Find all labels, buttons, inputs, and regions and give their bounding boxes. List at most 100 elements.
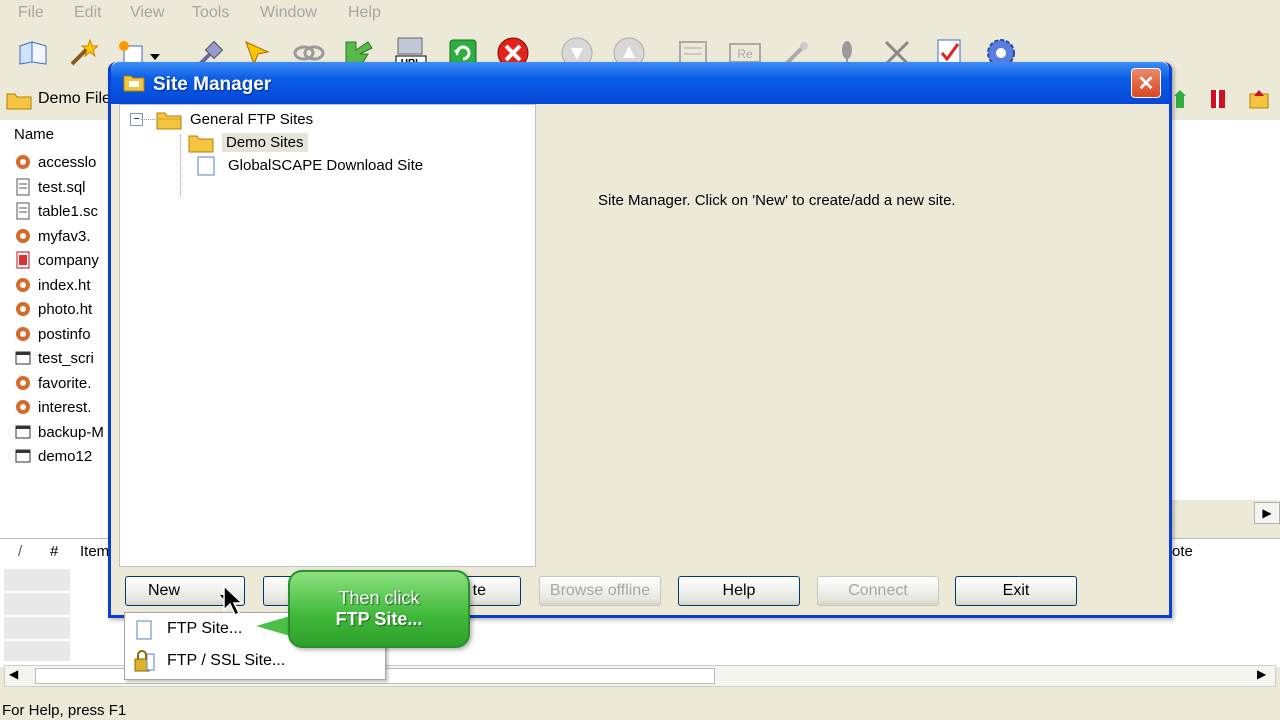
- file-item[interactable]: favorite.: [14, 371, 91, 395]
- file-name: company: [38, 251, 99, 269]
- browse-offline-button[interactable]: Browse offline: [539, 576, 661, 606]
- tutorial-callout: Then click FTP Site...: [288, 570, 470, 648]
- menu-item-ftp-ssl-site[interactable]: FTP / SSL Site...: [125, 646, 383, 676]
- site-tree: − General FTP Sites Demo Sites GlobalSCA…: [119, 104, 536, 567]
- scroll-right-button[interactable]: ▶: [1254, 502, 1280, 524]
- file-name: backup-M: [38, 423, 104, 441]
- mouse-cursor-icon: [222, 584, 248, 618]
- file-item[interactable]: postinfo: [14, 322, 91, 346]
- scroll-left-icon[interactable]: ◀: [9, 667, 18, 681]
- queue-col-slash[interactable]: /: [18, 543, 22, 560]
- connect-wizard-icon[interactable]: [16, 36, 50, 70]
- dialog-title: Site Manager: [153, 74, 272, 95]
- file-item[interactable]: photo.ht: [14, 297, 92, 321]
- dialog-titlebar[interactable]: Site Manager ✕: [111, 62, 1169, 104]
- status-text: For Help, press F1: [2, 702, 127, 719]
- file-icon: [14, 398, 32, 416]
- file-icon: [14, 227, 32, 245]
- file-name: postinfo: [38, 325, 91, 343]
- tree-node-label: Demo Sites: [222, 133, 308, 152]
- file-icon: [14, 178, 32, 196]
- folder-open-icon: [156, 110, 182, 130]
- callout-line-1: Then click: [338, 588, 420, 608]
- queue-col-number[interactable]: #: [50, 543, 58, 560]
- file-name: photo.ht: [38, 300, 93, 318]
- file-name: interest.: [38, 398, 92, 416]
- ftp-site-icon: [135, 620, 153, 645]
- connect-button[interactable]: Connect: [817, 576, 939, 606]
- file-icon: [14, 276, 32, 294]
- scroll-right-icon[interactable]: ▶: [1257, 667, 1266, 681]
- file-icon: [14, 251, 32, 269]
- file-name: demo12: [38, 447, 93, 465]
- folder-icon: [188, 133, 214, 153]
- lock-icon: [133, 650, 155, 677]
- file-name: myfav3.: [38, 227, 91, 245]
- tree-line: [180, 135, 181, 195]
- tree-line: [141, 119, 155, 120]
- tree-node-general-ftp-sites[interactable]: General FTP Sites: [156, 108, 313, 131]
- file-item[interactable]: index.ht: [14, 273, 91, 297]
- file-item[interactable]: interest.: [14, 395, 91, 419]
- file-name: favorite.: [38, 374, 92, 392]
- menu-tools[interactable]: Tools: [192, 4, 229, 22]
- close-icon: ✕: [1137, 72, 1155, 95]
- address-folder-name[interactable]: Demo File: [38, 90, 111, 108]
- menu-help[interactable]: Help: [348, 4, 381, 22]
- file-icon: [14, 423, 32, 441]
- file-item[interactable]: accesslo: [14, 150, 96, 174]
- file-item[interactable]: test_scri: [14, 346, 94, 370]
- status-bar: For Help, press F1: [0, 700, 1280, 720]
- folder-icon: [6, 90, 32, 114]
- help-button[interactable]: Help: [678, 576, 800, 606]
- file-item[interactable]: table1.sc: [14, 199, 98, 223]
- menu-edit[interactable]: Edit: [74, 4, 102, 22]
- menu-view[interactable]: View: [130, 4, 164, 22]
- tree-node-demo-sites[interactable]: Demo Sites: [188, 131, 308, 154]
- file-name: table1.sc: [38, 202, 99, 220]
- file-name: test_scri: [38, 349, 94, 367]
- tree-node-globalscape-download-site[interactable]: GlobalSCAPE Download Site: [196, 154, 423, 177]
- file-icon: [14, 153, 32, 171]
- menu-window[interactable]: Window: [260, 4, 317, 22]
- tree-node-label: GlobalSCAPE Download Site: [228, 157, 424, 174]
- site-manager-hint: Site Manager. Click on 'New' to create/a…: [598, 192, 956, 209]
- green-arrow-icon[interactable]: [1172, 88, 1192, 114]
- site-manager-dialog: Site Manager ✕ − General FTP Sites Demo …: [108, 62, 1172, 618]
- menu-bar: File Edit View Tools Window Help: [0, 0, 1280, 28]
- menu-file[interactable]: File: [18, 4, 44, 22]
- remote-file-list: [1172, 120, 1280, 500]
- delete-button-label-fragment: te: [472, 582, 486, 599]
- file-item[interactable]: company: [14, 248, 99, 272]
- tree-node-label: General FTP Sites: [190, 111, 314, 128]
- file-icon: [14, 300, 32, 318]
- file-item[interactable]: myfav3.: [14, 224, 91, 248]
- queue-row-headers: [4, 569, 70, 661]
- local-file-list: Name accesslo test.sql table1.sc myfav3.…: [0, 120, 113, 540]
- callout-pointer: [256, 616, 290, 636]
- upload-folder-icon[interactable]: [1248, 88, 1270, 114]
- name-column-header[interactable]: Name: [14, 126, 54, 143]
- site-manager-icon: [123, 72, 145, 92]
- book-icon[interactable]: [1208, 88, 1228, 114]
- magic-wand-icon[interactable]: [66, 36, 100, 70]
- close-button[interactable]: ✕: [1131, 68, 1161, 98]
- queue-col-item[interactable]: Item: [80, 543, 109, 560]
- callout-line-2: FTP Site...: [335, 609, 423, 629]
- file-icon: [14, 349, 32, 367]
- new-button-label: New: [148, 582, 181, 599]
- menu-item-label: FTP Site...: [167, 620, 243, 637]
- file-icon: [14, 202, 32, 220]
- site-page-icon: [196, 156, 216, 176]
- file-item[interactable]: backup-M: [14, 420, 104, 444]
- file-item[interactable]: test.sql: [14, 175, 86, 199]
- file-name: test.sql: [38, 178, 86, 196]
- queue-col-remote[interactable]: ote: [1172, 543, 1193, 560]
- file-name: index.ht: [38, 276, 91, 294]
- file-name: accesslo: [38, 153, 97, 171]
- file-icon: [14, 374, 32, 392]
- exit-button[interactable]: Exit: [955, 576, 1077, 606]
- file-item[interactable]: demo12: [14, 444, 92, 468]
- file-icon: [14, 325, 32, 343]
- svg-text:Re: Re: [737, 47, 753, 61]
